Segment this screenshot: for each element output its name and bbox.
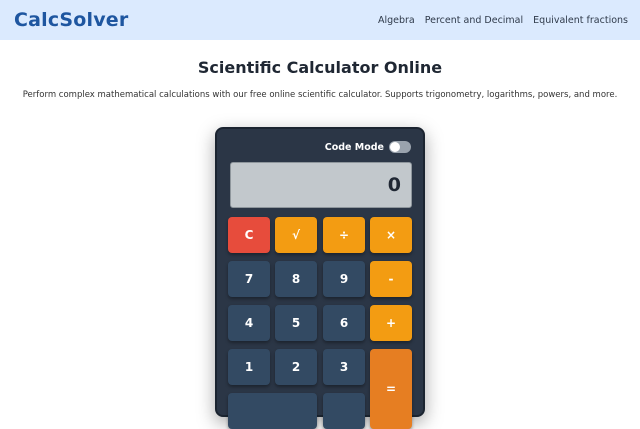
digit-9-button[interactable]: 9: [323, 261, 365, 297]
code-mode-toggle[interactable]: [389, 141, 411, 153]
site-logo[interactable]: CalcSolver: [14, 9, 128, 31]
bottom-row-wide-key[interactable]: [228, 393, 317, 429]
code-mode-label: Code Mode: [324, 141, 384, 153]
main-nav: Algebra Percent and Decimal Equivalent f…: [378, 15, 628, 26]
sqrt-button[interactable]: √: [275, 217, 317, 253]
toggle-knob: [390, 142, 400, 152]
digit-5-button[interactable]: 5: [275, 305, 317, 341]
page-subtitle: Perform complex mathematical calculation…: [22, 90, 618, 100]
nav-link-algebra[interactable]: Algebra: [378, 15, 415, 26]
digit-4-button[interactable]: 4: [228, 305, 270, 341]
code-mode-control: Code Mode: [325, 141, 411, 153]
top-navigation-bar: CalcSolver Algebra Percent and Decimal E…: [0, 0, 640, 40]
bottom-row-key[interactable]: [323, 393, 365, 429]
digit-7-button[interactable]: 7: [228, 261, 270, 297]
equals-button[interactable]: =: [370, 349, 412, 429]
calculator-display: 0: [230, 162, 412, 208]
digit-8-button[interactable]: 8: [275, 261, 317, 297]
page-title: Scientific Calculator Online: [197, 58, 443, 77]
nav-link-equivalent-fractions[interactable]: Equivalent fractions: [533, 15, 628, 26]
digit-3-button[interactable]: 3: [323, 349, 365, 385]
divide-button[interactable]: ÷: [323, 217, 365, 253]
digit-6-button[interactable]: 6: [323, 305, 365, 341]
calculator: Code Mode 0 C √ ÷ × 7 8 9 - 4 5 6 + 1 2 …: [215, 127, 425, 429]
nav-link-percent-decimal[interactable]: Percent and Decimal: [425, 15, 523, 26]
display-value: 0: [387, 174, 401, 196]
digit-1-button[interactable]: 1: [228, 349, 270, 385]
digit-2-button[interactable]: 2: [275, 349, 317, 385]
multiply-button[interactable]: ×: [370, 217, 412, 253]
clear-button[interactable]: C: [228, 217, 270, 253]
minus-button[interactable]: -: [370, 261, 412, 297]
plus-button[interactable]: +: [370, 305, 412, 341]
